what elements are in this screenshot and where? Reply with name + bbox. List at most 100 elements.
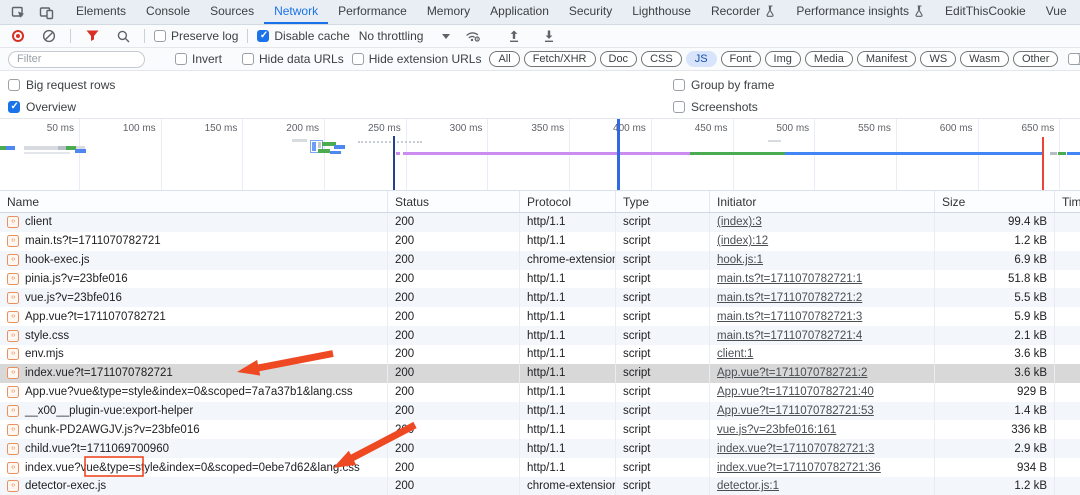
throttling-dropdown[interactable]: No throttling (359, 29, 451, 43)
network-conditions-icon[interactable] (461, 26, 485, 46)
request-row[interactable]: ‹› env.mjs 200 http/1.1 script client:1 … (0, 345, 1080, 364)
resource-type-pill[interactable]: Wasm (960, 51, 1009, 67)
request-name[interactable]: index.vue?vue&type=style&index=0&scoped=… (25, 462, 360, 474)
request-name[interactable]: pinia.js?v=23bfe016 (25, 273, 128, 285)
panel-tab[interactable]: Network (264, 0, 328, 24)
request-initiator-link[interactable]: App.vue?t=1711070782721:2 (717, 367, 867, 379)
panel-tab[interactable]: Memory (417, 0, 480, 24)
screenshots-checkbox[interactable]: Screenshots (673, 100, 758, 114)
overview-checkbox[interactable]: Overview (8, 100, 76, 114)
request-name[interactable]: __x00__plugin-vue:export-helper (25, 405, 193, 417)
request-row[interactable]: ‹› chunk-PD2AWGJV.js?v=23bfe016 200 http… (0, 420, 1080, 439)
column-header-size[interactable]: Size (935, 191, 1055, 212)
blocked-requests-checkbox-box[interactable] (1068, 53, 1080, 65)
resource-type-pill[interactable]: Fetch/XHR (524, 51, 596, 67)
group-by-frame-checkbox[interactable]: Group by frame (673, 78, 774, 92)
request-initiator-link[interactable]: vue.js?v=23bfe016:161 (717, 424, 836, 436)
resource-type-pill[interactable]: Other (1013, 51, 1059, 67)
preserve-log-checkbox[interactable]: Preserve log (154, 29, 238, 43)
hide-data-urls-checkbox[interactable]: Hide data URLs (242, 52, 344, 66)
request-initiator-link[interactable]: detector.js:1 (717, 480, 779, 492)
import-har-icon[interactable] (502, 26, 526, 46)
request-initiator-link[interactable]: hook.js:1 (717, 254, 763, 266)
panel-tab[interactable]: Performance insights (786, 0, 935, 24)
request-initiator-link[interactable]: index.vue?t=1711070782721:36 (717, 462, 881, 474)
device-toolbar-icon[interactable] (34, 2, 58, 22)
resource-type-pill[interactable]: Media (805, 51, 853, 67)
screenshots-checkbox-box[interactable] (673, 101, 685, 113)
request-row[interactable]: ‹› vue.js?v=23bfe016 200 http/1.1 script… (0, 288, 1080, 307)
resource-type-pill[interactable]: Doc (600, 51, 638, 67)
clear-network-log-icon[interactable] (37, 26, 61, 46)
overview-checkbox-box[interactable] (8, 101, 20, 113)
request-row[interactable]: ‹› App.vue?vue&type=style&index=0&scoped… (0, 383, 1080, 402)
big-request-rows-checkbox-box[interactable] (8, 79, 20, 91)
resource-type-pill[interactable]: Font (721, 51, 761, 67)
request-name[interactable]: env.mjs (25, 348, 64, 360)
request-row[interactable]: ‹› index.vue?t=1711070782721 200 http/1.… (0, 364, 1080, 383)
request-name[interactable]: chunk-PD2AWGJV.js?v=23bfe016 (25, 424, 200, 436)
panel-tab[interactable]: Application (480, 0, 559, 24)
preserve-log-checkbox-box[interactable] (154, 30, 166, 42)
panel-tab[interactable]: Lighthouse (622, 0, 701, 24)
request-initiator-link[interactable]: main.ts?t=1711070782721:4 (717, 330, 862, 342)
resource-type-pill[interactable]: Manifest (857, 51, 917, 67)
invert-checkbox-box[interactable] (175, 53, 187, 65)
panel-tab[interactable]: Elements (66, 0, 136, 24)
resource-type-pill[interactable]: WS (920, 51, 956, 67)
request-initiator-link[interactable]: (index):12 (717, 235, 768, 247)
column-header-protocol[interactable]: Protocol (520, 191, 616, 212)
request-row[interactable]: ‹› App.vue?t=1711070782721 200 http/1.1 … (0, 307, 1080, 326)
resource-type-pill[interactable]: All (489, 51, 519, 67)
export-har-icon[interactable] (537, 26, 561, 46)
column-header-initiator[interactable]: Initiator (710, 191, 935, 212)
hide-extension-urls-checkbox-box[interactable] (352, 53, 364, 65)
panel-tab[interactable]: Sources (200, 0, 264, 24)
resource-type-pill[interactable]: JS (686, 51, 717, 67)
request-name[interactable]: hook-exec.js (25, 254, 90, 266)
request-initiator-link[interactable]: App.vue?t=1711070782721:40 (717, 386, 874, 398)
request-name[interactable]: child.vue?t=1711069700960 (25, 443, 169, 455)
request-name[interactable]: App.vue?vue&type=style&index=0&scoped=7a… (25, 386, 353, 398)
request-row[interactable]: ‹› main.ts?t=1711070782721 200 http/1.1 … (0, 232, 1080, 251)
request-initiator-link[interactable]: App.vue?t=1711070782721:53 (717, 405, 874, 417)
request-name[interactable]: App.vue?t=1711070782721 (25, 311, 166, 323)
request-row[interactable]: ‹› child.vue?t=1711069700960 200 http/1.… (0, 439, 1080, 458)
filter-input[interactable] (8, 51, 145, 68)
column-header-type[interactable]: Type (616, 191, 710, 212)
request-name[interactable]: style.css (25, 330, 69, 342)
request-name[interactable]: index.vue?t=1711070782721 (25, 367, 173, 379)
invert-checkbox[interactable]: Invert (175, 52, 222, 66)
request-row[interactable]: ‹› index.vue?vue&type=style&index=0&scop… (0, 458, 1080, 477)
request-initiator-link[interactable]: (index):3 (717, 216, 762, 228)
request-row[interactable]: ‹› pinia.js?v=23bfe016 200 http/1.1 scri… (0, 270, 1080, 289)
panel-tab[interactable]: Recorder (701, 0, 786, 24)
resource-type-pill[interactable]: CSS (641, 51, 682, 67)
column-header-name[interactable]: Name (0, 191, 388, 212)
filter-icon[interactable] (80, 26, 104, 46)
search-icon[interactable] (111, 26, 135, 46)
group-by-frame-checkbox-box[interactable] (673, 79, 685, 91)
record-network-log-icon[interactable] (6, 26, 30, 46)
request-name[interactable]: detector-exec.js (25, 480, 106, 492)
request-initiator-link[interactable]: index.vue?t=1711070782721:3 (717, 443, 874, 455)
column-header-time[interactable]: Time (1055, 191, 1080, 212)
request-row[interactable]: ‹› style.css 200 http/1.1 script main.ts… (0, 326, 1080, 345)
panel-tab[interactable]: Performance (328, 0, 417, 24)
request-name[interactable]: main.ts?t=1711070782721 (25, 235, 161, 247)
panel-tab[interactable]: Vue (1036, 0, 1077, 24)
disable-cache-checkbox[interactable]: Disable cache (257, 29, 349, 43)
big-request-rows-checkbox[interactable]: Big request rows (8, 78, 115, 92)
request-row[interactable]: ‹› client 200 http/1.1 script (index):3 … (0, 213, 1080, 232)
request-name[interactable]: vue.js?v=23bfe016 (25, 292, 122, 304)
resource-type-pill[interactable]: Img (765, 51, 801, 67)
network-overview-strip[interactable]: 50 ms100 ms150 ms200 ms250 ms300 ms350 m… (0, 119, 1080, 191)
inspect-element-icon[interactable] (6, 2, 30, 22)
request-row[interactable]: ‹› __x00__plugin-vue:export-helper 200 h… (0, 402, 1080, 421)
disable-cache-checkbox-box[interactable] (257, 30, 269, 42)
hide-extension-urls-checkbox[interactable]: Hide extension URLs (352, 52, 482, 66)
column-header-status[interactable]: Status (388, 191, 520, 212)
request-initiator-link[interactable]: client:1 (717, 348, 753, 360)
request-row[interactable]: ‹› detector-exec.js 200 chrome-extension… (0, 477, 1080, 495)
request-row[interactable]: ‹› hook-exec.js 200 chrome-extension scr… (0, 251, 1080, 270)
